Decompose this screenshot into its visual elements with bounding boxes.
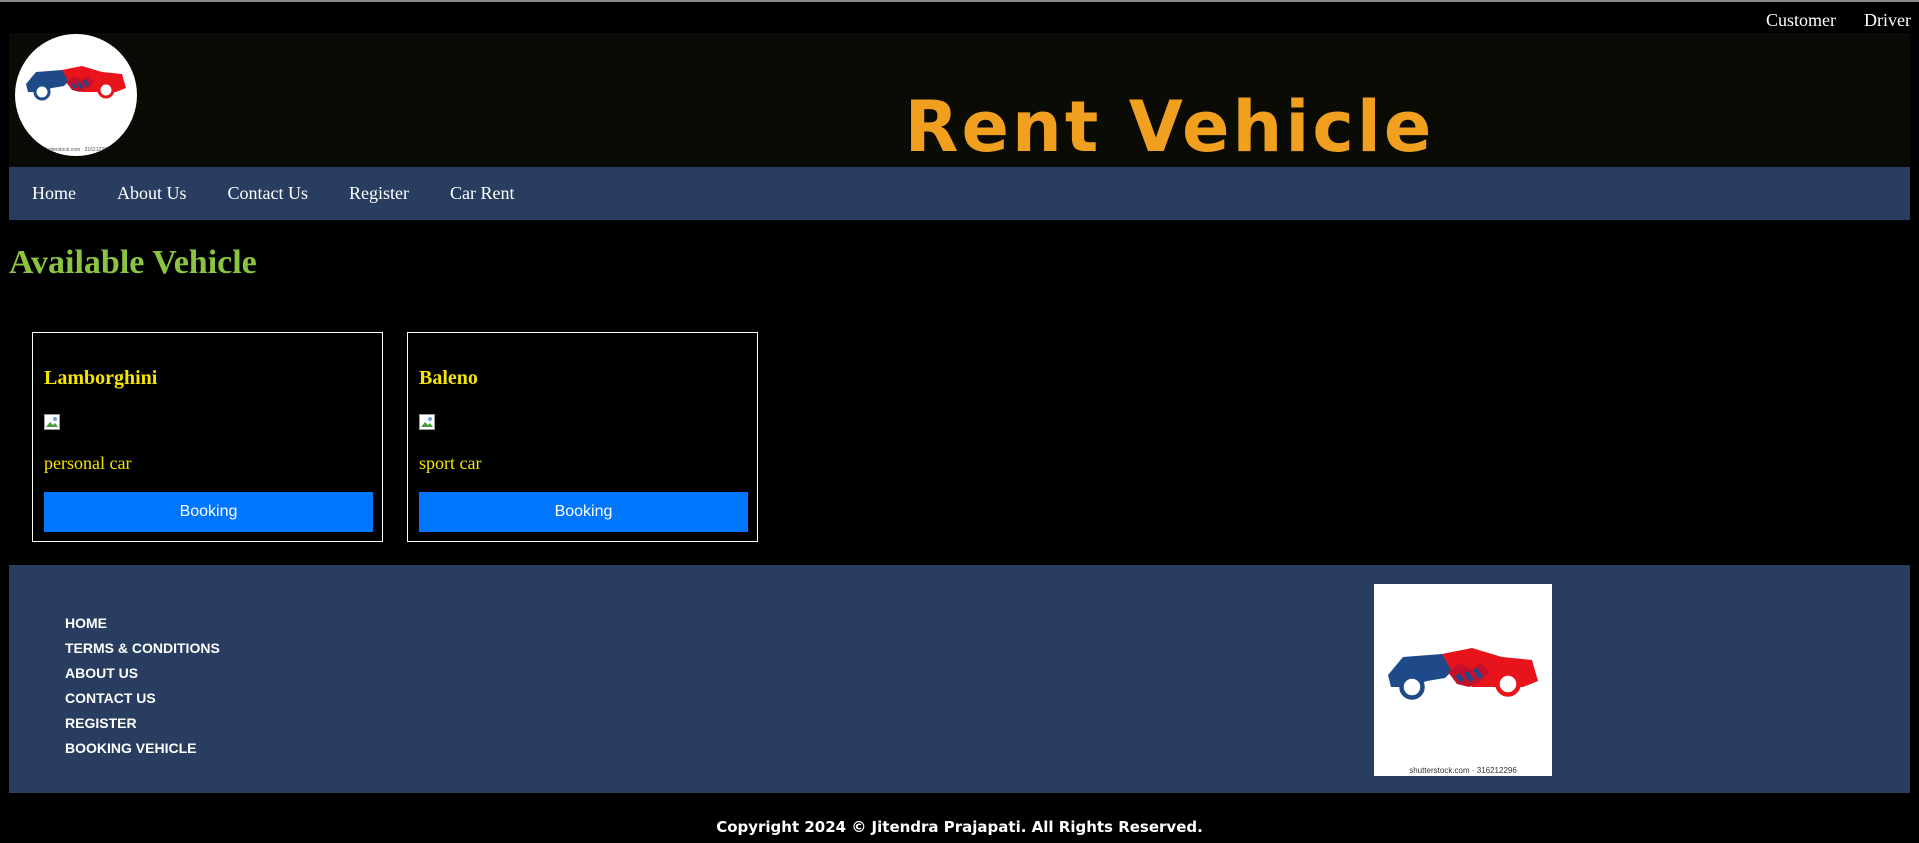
footer-logo: shutterstock.com · 316212296 [1374,584,1552,776]
booking-button[interactable]: Booking [419,492,748,532]
footer-link-home[interactable]: HOME [65,615,107,631]
vehicle-type: sport car [419,453,482,473]
vehicle-name: Lamborghini [44,367,158,389]
nav-home[interactable]: Home [32,183,76,204]
vehicle-card: Baleno sport car Booking [407,332,758,542]
car-handshake-logo-icon [1388,648,1538,700]
nav-contact-us[interactable]: Contact Us [228,183,309,204]
nav-about-us[interactable]: About Us [117,183,187,204]
booking-button[interactable]: Booking [44,492,373,532]
site-title: Rent Vehicle [904,86,1435,168]
main-nav: Home About Us Contact Us Register Car Re… [9,167,1910,220]
broken-image-icon [44,414,60,430]
vehicle-card: Lamborghini personal car Booking [32,332,383,542]
broken-image-icon [419,414,435,430]
site-footer: HOME TERMS & CONDITIONS ABOUT US CONTACT… [9,565,1910,793]
footer-link-contact-us[interactable]: CONTACT US [65,690,156,706]
logo-watermark: shutterstock.com · 316212296 [1409,766,1517,775]
top-links: Customer Driver [1766,10,1911,31]
footer-link-about-us[interactable]: ABOUT US [65,665,138,681]
site-header: shutterstock.com · 316212296 Rent Vehicl… [9,33,1910,167]
vehicle-type: personal car [44,453,132,473]
footer-link-booking-vehicle[interactable]: BOOKING VEHICLE [65,740,196,756]
footer-links: HOME TERMS & CONDITIONS ABOUT US CONTACT… [65,615,220,765]
copyright-text: Copyright 2024 © Jitendra Prajapati. All… [716,818,1203,836]
driver-link[interactable]: Driver [1864,10,1911,31]
footer-link-terms[interactable]: TERMS & CONDITIONS [65,640,220,656]
customer-link[interactable]: Customer [1766,10,1836,31]
vehicle-name: Baleno [419,367,478,389]
footer-link-register[interactable]: REGISTER [65,715,137,731]
nav-register[interactable]: Register [349,183,409,204]
nav-car-rent[interactable]: Car Rent [450,183,515,204]
top-border [0,0,1919,2]
section-title: Available Vehicle [9,244,257,281]
